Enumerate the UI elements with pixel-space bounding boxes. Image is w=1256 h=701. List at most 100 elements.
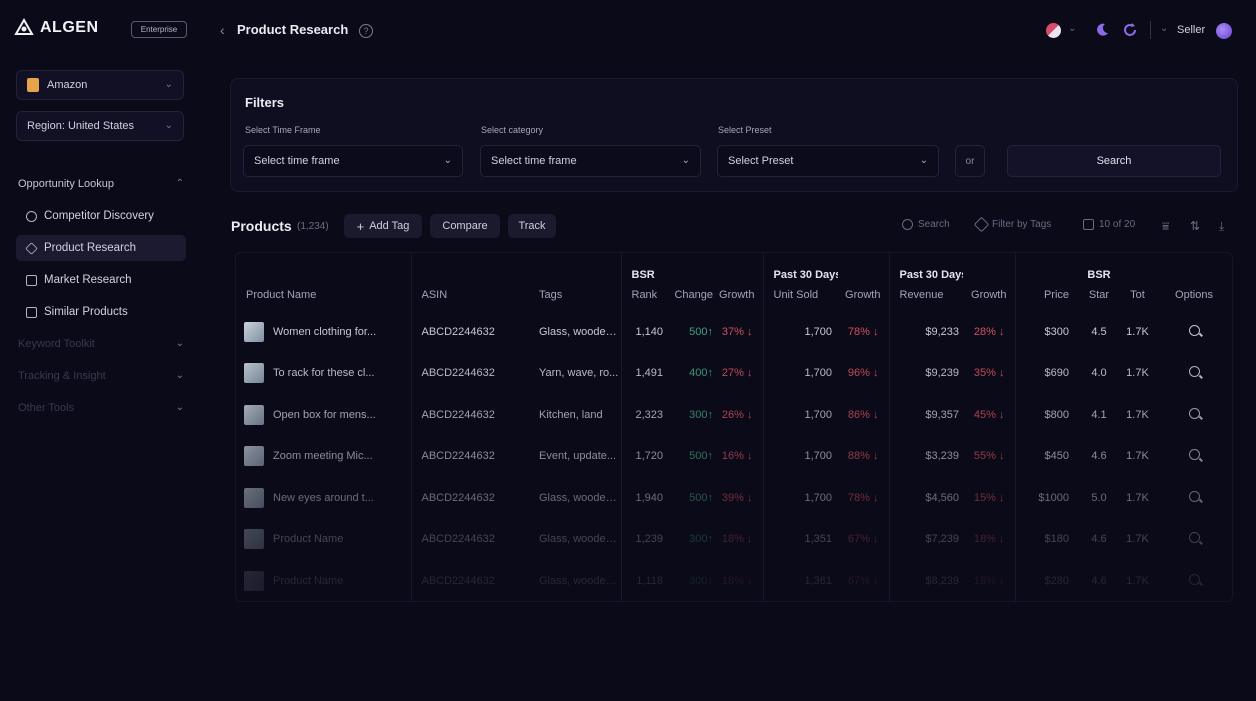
search-icon[interactable] (1188, 532, 1200, 544)
header-unit-sold[interactable]: Past 30 Days Unit Sold (763, 253, 839, 311)
product-name-cell[interactable]: Product Name (236, 518, 412, 560)
sidebar-section-opportunity[interactable]: Opportunity Lookup ⌃ (18, 178, 184, 190)
us-flag-icon[interactable] (1046, 23, 1061, 38)
header-bsr-rank[interactable]: BSR Rank (621, 253, 663, 311)
app-logo[interactable]: ALGEN (14, 18, 99, 38)
user-name[interactable]: Seller (1177, 24, 1205, 36)
price-cell: $800 (1044, 408, 1069, 421)
chevron-down-icon: ⌄ (175, 338, 184, 349)
search-icon[interactable] (1188, 449, 1200, 461)
header-asin[interactable]: ASIN (411, 253, 524, 311)
region-select[interactable]: Region: United States ⌄ (16, 111, 184, 141)
filter-icon: ⩸ (1162, 219, 1170, 233)
tot-cell: 1.7K (1126, 367, 1149, 380)
header-product-name[interactable]: Product Name (236, 253, 412, 311)
filter-button[interactable]: ⩸ (1162, 219, 1169, 234)
sidebar-section-tracking[interactable]: Tracking & Insight ⌄ (18, 370, 184, 382)
table-row[interactable]: New eyes around t... ABCD2244632 Glass, … (236, 477, 1232, 519)
filter-by-tags[interactable]: Filter by Tags (973, 216, 1051, 233)
marketplace-select[interactable]: Amazon ⌄ (16, 70, 184, 100)
header-revenue[interactable]: Past 30 Days Revenue (889, 253, 964, 311)
options-cell[interactable] (1154, 353, 1232, 395)
rank-cell: 2,323 (635, 408, 663, 421)
search-button[interactable]: Search (1007, 145, 1221, 177)
time-frame-select[interactable]: Select time frame ⌄ (243, 145, 463, 177)
back-chevron-icon[interactable]: ‹ (220, 22, 225, 38)
header-tot[interactable]: Tot (1121, 253, 1154, 311)
product-name-cell[interactable]: Open box for mens... (236, 394, 412, 436)
sidebar-item-market-research[interactable]: Market Research (16, 267, 186, 293)
table-row[interactable]: Open box for mens... ABCD2244632 Kitchen… (236, 394, 1232, 436)
options-cell[interactable] (1154, 394, 1232, 436)
tag-icon (973, 216, 990, 233)
revenue-cell: $3,239 (925, 450, 959, 463)
change-cell: 500↑ (689, 325, 713, 338)
table-row[interactable]: Zoom meeting Mic... ABCD2244632 Event, u… (236, 435, 1232, 478)
change-cell: 500↑ (689, 491, 713, 504)
diamond-icon (25, 241, 38, 255)
product-name-cell[interactable]: Women clothing for... (236, 311, 412, 353)
options-cell[interactable] (1154, 477, 1232, 519)
header-price[interactable]: Price (1015, 253, 1077, 311)
product-name: Zoom meeting Mic... (273, 450, 373, 463)
compare-button[interactable]: Compare (430, 214, 500, 238)
product-thumbnail (244, 487, 264, 508)
chevron-down-icon[interactable]: ⌄ (1160, 23, 1168, 34)
product-name-cell[interactable]: Product Name (236, 560, 412, 601)
category-select[interactable]: Select time frame ⌄ (480, 145, 701, 177)
plan-badge: Enterprise (131, 21, 187, 38)
amazon-icon (27, 78, 39, 92)
sidebar-item-product-research[interactable]: Product Research (16, 235, 186, 261)
search-icon[interactable] (1188, 490, 1200, 502)
options-cell[interactable] (1154, 311, 1232, 353)
star-cell: 4.1 (1091, 408, 1107, 421)
track-button[interactable]: Track (508, 214, 556, 238)
header-tags[interactable]: Tags (524, 253, 622, 311)
star-cell: 5.0 (1091, 491, 1107, 504)
avatar[interactable] (1216, 23, 1232, 39)
chevron-down-icon: ⌄ (443, 155, 452, 166)
table-row[interactable]: Women clothing for... ABCD2244632 Glass,… (236, 311, 1232, 353)
product-name-cell[interactable]: New eyes around t... (236, 477, 412, 519)
columns-toggle[interactable]: 10 of 20 (1083, 219, 1135, 230)
star-cell: 4.5 (1091, 325, 1107, 338)
refresh-icon[interactable] (1122, 22, 1138, 38)
time-frame-label: Select Time Frame (245, 125, 321, 135)
options-cell[interactable] (1154, 519, 1232, 561)
preset-select[interactable]: Select Preset ⌄ (717, 145, 939, 177)
product-name-cell[interactable]: Zoom meeting Mic... (236, 435, 412, 477)
search-icon[interactable] (1188, 324, 1200, 336)
sidebar-section-other[interactable]: Other Tools ⌄ (18, 402, 184, 414)
sidebar-item-similar-products[interactable]: Similar Products (16, 299, 186, 325)
sidebar-item-competitor-discovery[interactable]: Competitor Discovery (16, 203, 186, 229)
table-search[interactable]: Search (902, 219, 950, 230)
header-growth[interactable]: Growth (713, 253, 764, 311)
unit-growth-cell: 67% ↓ (838, 518, 890, 560)
help-icon[interactable]: ? (359, 24, 373, 38)
search-icon[interactable] (1188, 573, 1200, 585)
chevron-down-icon[interactable]: ⌄ (1068, 23, 1076, 34)
sort-button[interactable]: ⇅ (1190, 219, 1200, 233)
rank-cell: 1,720 (635, 450, 663, 463)
export-button[interactable]: ⤓ (1219, 219, 1224, 234)
product-thumbnail (244, 321, 264, 342)
sidebar-section-keyword[interactable]: Keyword Toolkit ⌄ (18, 338, 184, 350)
product-name-cell[interactable]: To rack for these cl... (236, 352, 412, 394)
search-icon[interactable] (1188, 366, 1200, 378)
header-rev-growth[interactable]: Growth (963, 253, 1016, 311)
table-row[interactable]: Product Name ABCD2244632 Glass, wooden..… (236, 518, 1232, 561)
header-star[interactable]: BSR Star (1077, 253, 1121, 311)
asin-cell: ABCD2244632 (421, 325, 495, 338)
options-cell[interactable] (1154, 560, 1232, 601)
table-row[interactable]: To rack for these cl... ABCD2244632 Yarn… (236, 352, 1232, 395)
header-unit-growth[interactable]: Growth (838, 253, 890, 311)
add-tag-button[interactable]: + Add Tag (344, 214, 422, 238)
price-cell: $1000 (1038, 491, 1069, 504)
asin-cell: ABCD2244632 (421, 491, 495, 504)
header-change[interactable]: Change (663, 253, 713, 311)
search-icon[interactable] (1188, 407, 1200, 419)
revenue-cell: $9,233 (925, 325, 959, 338)
moon-icon[interactable] (1094, 22, 1110, 38)
options-cell[interactable] (1154, 436, 1232, 478)
table-row[interactable]: Product Name ABCD2244632 Glass, wooden..… (236, 560, 1232, 601)
